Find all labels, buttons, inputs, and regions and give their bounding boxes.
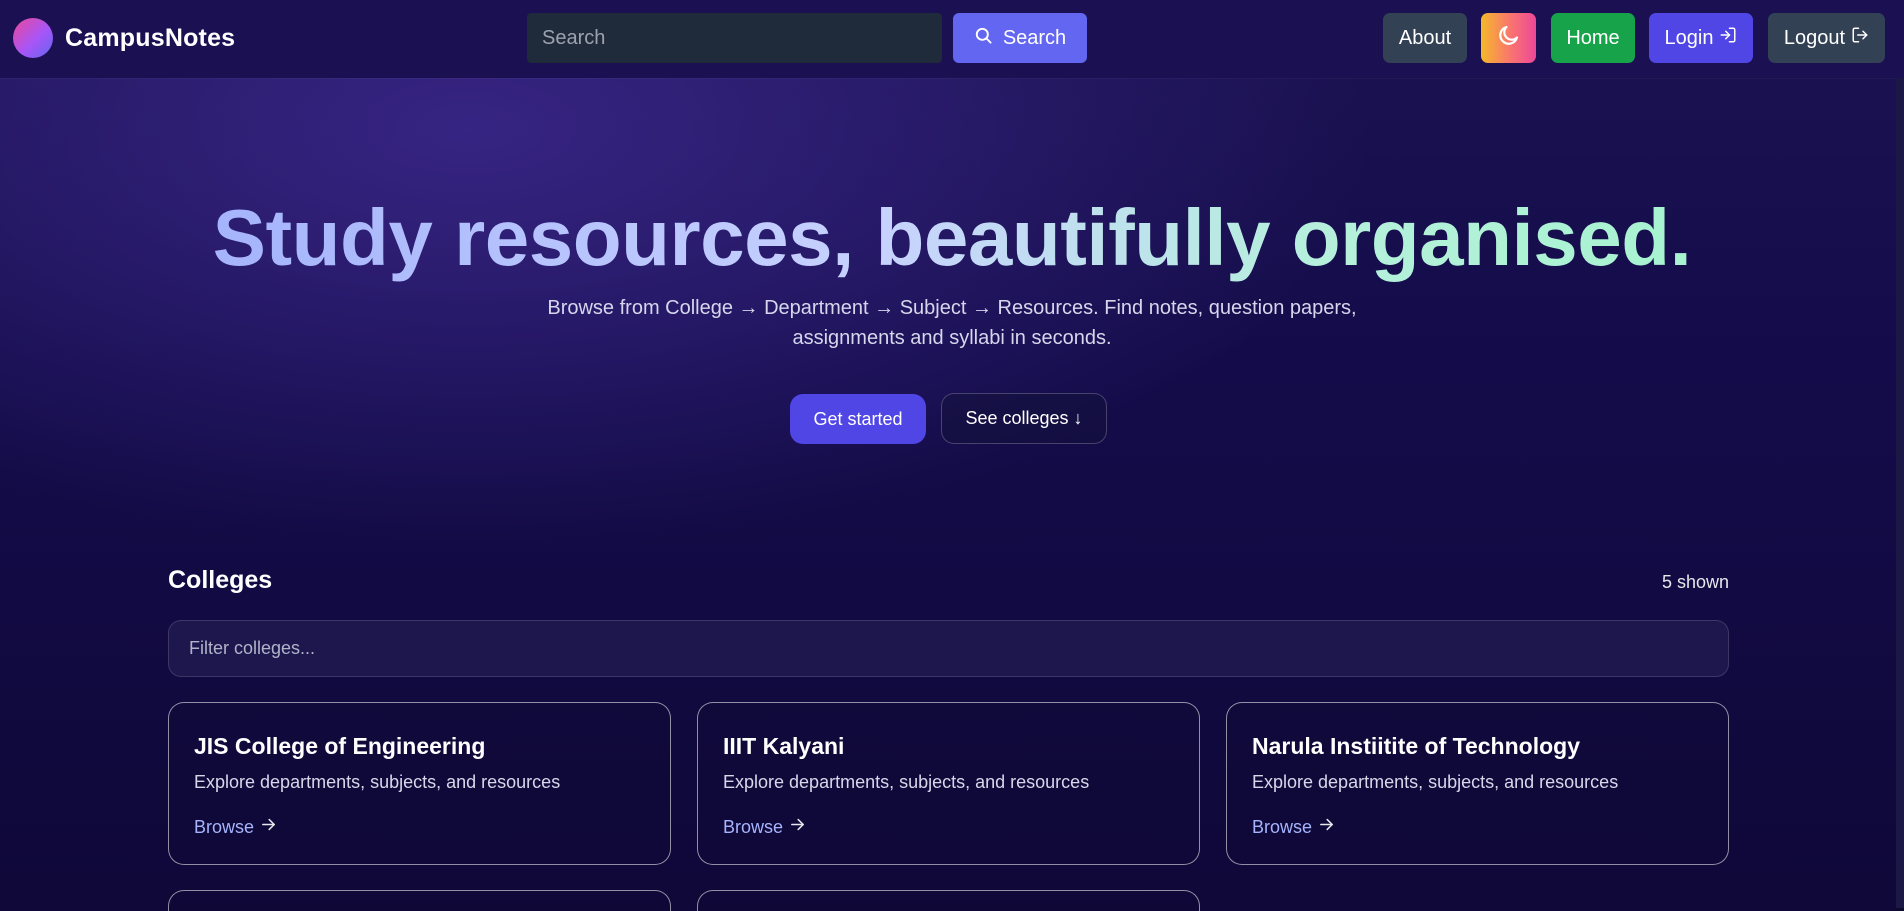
top-navbar: CampusNotes Search About Home bbox=[0, 0, 1904, 78]
logout-button[interactable]: Logout bbox=[1768, 13, 1885, 63]
arrow-right-icon bbox=[260, 816, 277, 838]
browse-link[interactable]: Browse bbox=[1252, 816, 1335, 838]
college-name: Narula Instiitite of Technology bbox=[1252, 733, 1580, 759]
theme-toggle-button[interactable] bbox=[1481, 13, 1536, 63]
brand-name: CampusNotes bbox=[65, 23, 236, 52]
arrow-right-icon bbox=[1318, 816, 1335, 838]
college-name: JIS College of Engineering bbox=[194, 733, 486, 759]
home-button[interactable]: Home bbox=[1551, 13, 1635, 63]
moon-icon bbox=[1497, 23, 1521, 53]
college-card[interactable]: Narula Instiitite of Technology Explore … bbox=[1226, 702, 1729, 865]
college-description: Explore departments, subjects, and resou… bbox=[194, 772, 561, 792]
browse-link[interactable]: Browse bbox=[723, 816, 806, 838]
search-input[interactable] bbox=[527, 13, 942, 63]
college-card-partial[interactable] bbox=[697, 890, 1200, 911]
college-description: Explore departments, subjects, and resou… bbox=[1252, 772, 1619, 792]
get-started-button[interactable]: Get started bbox=[790, 394, 926, 444]
login-label: Login bbox=[1664, 26, 1714, 49]
logout-label: Logout bbox=[1783, 26, 1846, 49]
colleges-count: 5 shown bbox=[1661, 572, 1729, 592]
see-colleges-button[interactable]: See colleges ↓ bbox=[941, 393, 1107, 444]
brand[interactable]: CampusNotes bbox=[13, 18, 235, 58]
browse-link[interactable]: Browse bbox=[194, 816, 277, 838]
college-card[interactable]: JIS College of Engineering Explore depar… bbox=[168, 702, 671, 865]
home-label: Home bbox=[1566, 26, 1620, 49]
arrow-right-icon bbox=[789, 816, 806, 838]
hero-subtitle: Browse from College → Department → Subje… bbox=[547, 297, 1357, 349]
page: CampusNotes Search About Home bbox=[0, 0, 1904, 911]
logout-icon bbox=[1851, 26, 1869, 50]
about-button[interactable]: About bbox=[1383, 13, 1467, 63]
browse-label: Browse bbox=[723, 816, 784, 837]
college-description: Explore departments, subjects, and resou… bbox=[723, 772, 1090, 792]
hero-title: Study resources, beautifully organised. bbox=[212, 193, 1692, 282]
college-name: IIIT Kalyani bbox=[723, 733, 845, 759]
about-label: About bbox=[1398, 26, 1452, 49]
college-card[interactable]: IIIT Kalyani Explore departments, subjec… bbox=[697, 702, 1200, 865]
search-button-label: Search bbox=[1002, 26, 1067, 49]
browse-label: Browse bbox=[194, 816, 255, 837]
college-card-partial[interactable] bbox=[168, 890, 671, 911]
scrollbar-thumb[interactable] bbox=[1896, 78, 1904, 908]
search-icon bbox=[974, 26, 993, 51]
search-button[interactable]: Search bbox=[953, 13, 1087, 63]
browse-label: Browse bbox=[1252, 816, 1313, 837]
login-icon bbox=[1719, 26, 1737, 50]
filter-colleges-input[interactable] bbox=[168, 620, 1729, 677]
brand-logo bbox=[13, 18, 53, 58]
login-button[interactable]: Login bbox=[1649, 13, 1753, 63]
colleges-heading: Colleges bbox=[168, 566, 273, 594]
